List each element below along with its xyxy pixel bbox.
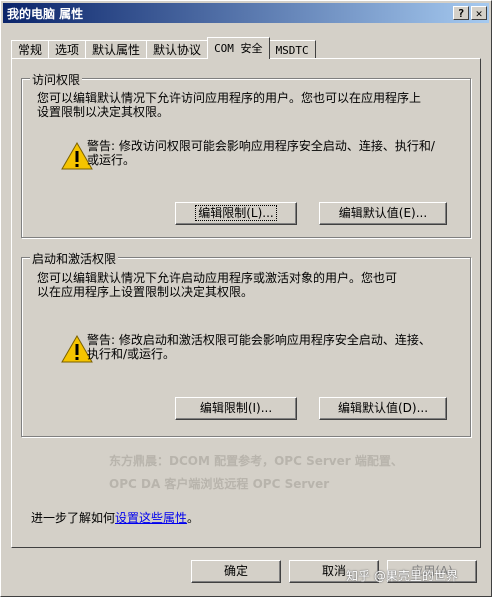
- learn-more-prefix: 进一步了解如何: [31, 511, 116, 525]
- ok-label: 确定: [223, 564, 248, 578]
- tab-default-protocols[interactable]: 默认协议: [146, 40, 209, 59]
- launch-permissions-legend: 启动和激活权限: [30, 250, 119, 267]
- launch-warning-text: 警告: 修改启动和激活权限可能会影响应用程序安全启动、连接、执行和/或运行。: [87, 333, 431, 361]
- access-edit-default-button[interactable]: 编辑默认值(E)...: [319, 202, 447, 225]
- tab-msdtc[interactable]: MSDTC: [268, 40, 316, 59]
- access-warning-text: 警告: 修改访问权限可能会影响应用程序安全启动、连接、执行和/或运行。: [87, 139, 435, 167]
- watermark-line-1: 东方鼎晨：DCOM 配置参考，OPC Server 端配置、: [109, 454, 403, 468]
- launch-description: 您可以编辑默认情况下允许启动应用程序或激活对象的用户。您也可以在应用程序上设置限…: [37, 271, 398, 299]
- properties-window: 我的电脑 属性 ? ✕ 常规 选项 默认属性 默认协议 COM 安全 MSDTC…: [0, 0, 492, 597]
- launch-edit-default-label: 编辑默认值(D)...: [337, 401, 429, 415]
- cancel-label: 取消: [321, 564, 346, 578]
- help-button[interactable]: ?: [453, 6, 469, 20]
- tab-com-security[interactable]: COM 安全: [207, 37, 270, 59]
- launch-edit-limits-label: 编辑限制(I)...: [199, 401, 273, 415]
- set-properties-link[interactable]: 设置这些属性: [115, 511, 187, 525]
- tab-options[interactable]: 选项: [48, 40, 87, 59]
- access-permissions-legend: 访问权限: [30, 71, 83, 88]
- launch-edit-limits-button[interactable]: 编辑限制(I)...: [175, 397, 297, 420]
- window-title: 我的电脑 属性: [7, 6, 84, 21]
- tab-general[interactable]: 常规: [11, 40, 50, 59]
- access-edit-limits-label: 编辑限制(L)...: [195, 205, 277, 221]
- close-button[interactable]: ✕: [471, 6, 487, 20]
- access-edit-limits-button[interactable]: 编辑限制(L)...: [175, 202, 297, 225]
- learn-more-text: 进一步了解如何设置这些属性。: [31, 509, 199, 526]
- tab-strip: 常规 选项 默认属性 默认协议 COM 安全 MSDTC: [11, 37, 316, 59]
- launch-edit-default-button[interactable]: 编辑默认值(D)...: [319, 397, 447, 420]
- title-bar[interactable]: 我的电脑 属性 ? ✕: [3, 3, 489, 23]
- source-watermark: 知乎 @果壳里的世界: [346, 569, 458, 583]
- learn-more-suffix: 。: [187, 511, 200, 525]
- access-edit-default-label: 编辑默认值(E)...: [338, 206, 428, 220]
- ok-button[interactable]: 确定: [191, 560, 281, 583]
- access-description: 您可以编辑默认情况下允许访问应用程序的用户。您也可以在应用程序上设置限制以决定其…: [37, 91, 422, 119]
- watermark-line-2: OPC DA 客户端浏览远程 OPC Server: [109, 477, 330, 491]
- tab-default-properties[interactable]: 默认属性: [85, 40, 148, 59]
